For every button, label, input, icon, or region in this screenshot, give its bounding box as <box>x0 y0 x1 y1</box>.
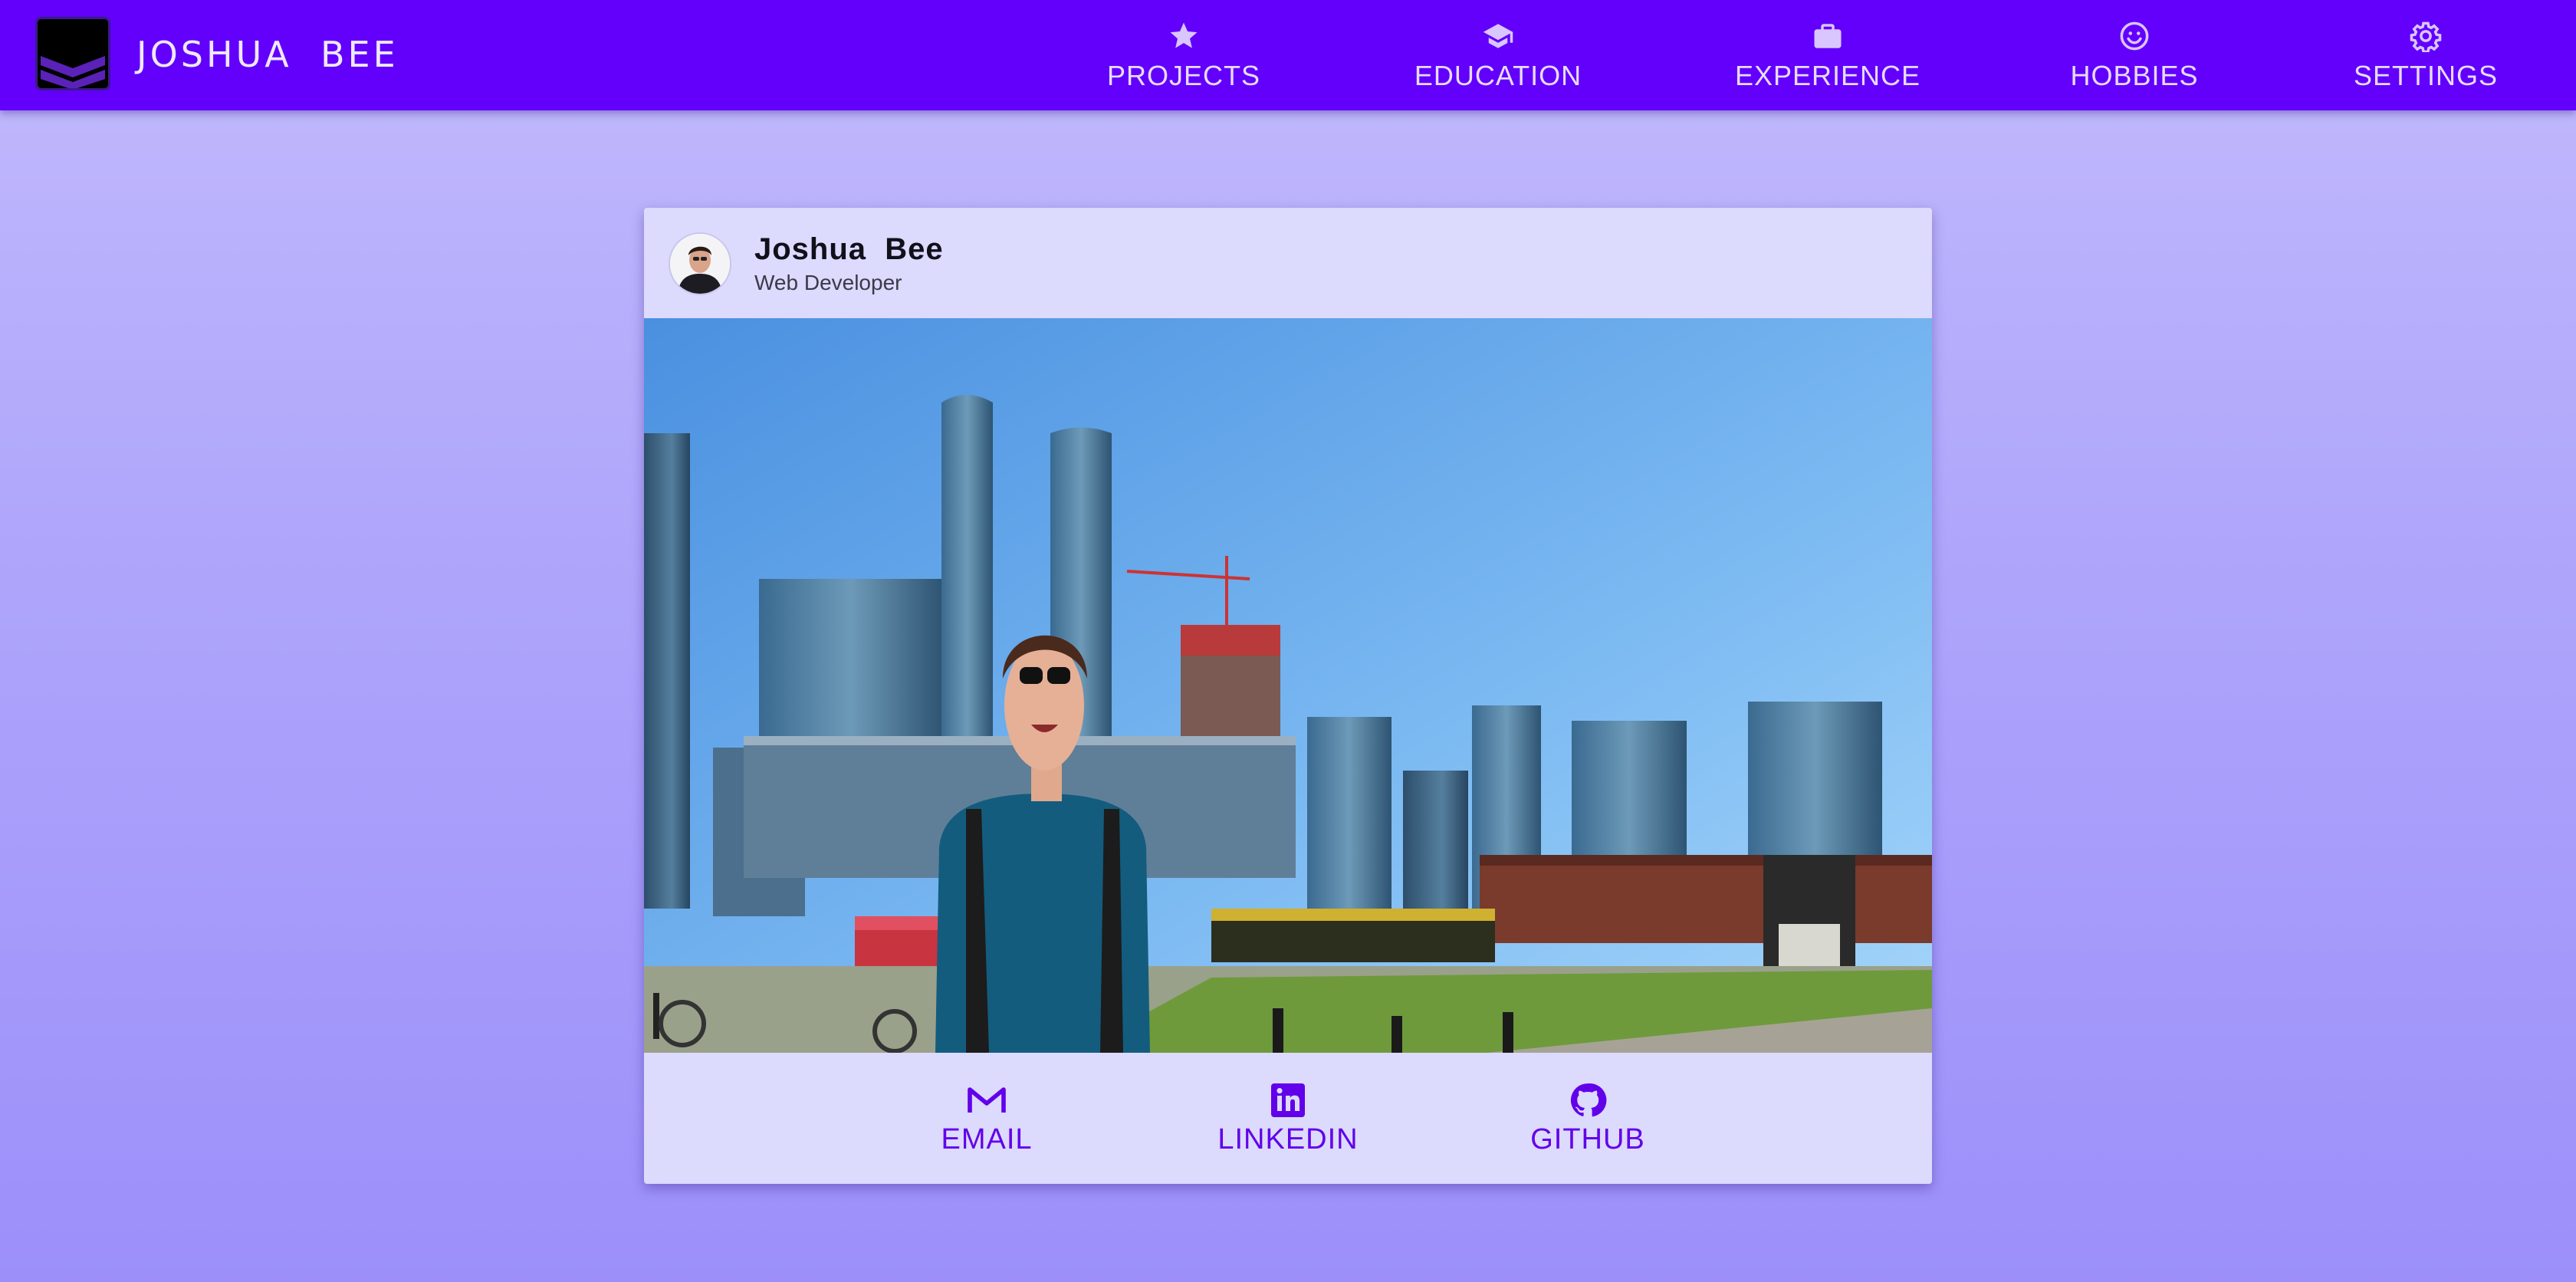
email-button[interactable]: EMAIL <box>918 1080 1056 1156</box>
star-icon <box>1168 18 1200 54</box>
nav-settings[interactable]: SETTINGS <box>2349 0 2502 110</box>
nav-label: PROJECTS <box>1106 60 1261 91</box>
smiley-icon <box>2118 18 2150 54</box>
linkedin-icon <box>1270 1080 1306 1120</box>
nav-label: EXPERIENCE <box>1734 60 1921 91</box>
profile-card: Joshua Bee Web Developer EMAIL LINKEDIN … <box>644 208 1932 1184</box>
graduation-cap-icon <box>1480 18 1516 54</box>
card-header: Joshua Bee Web Developer <box>644 208 1932 318</box>
nav-education[interactable]: EDUCATION <box>1414 0 1582 110</box>
gmail-icon <box>967 1080 1007 1120</box>
avatar <box>669 232 731 295</box>
nav-experience[interactable]: EXPERIENCE <box>1734 0 1921 110</box>
github-label: GITHUB <box>1530 1123 1645 1155</box>
card-actions: EMAIL LINKEDIN GITHUB <box>644 1053 1932 1184</box>
linkedin-label: LINKEDIN <box>1217 1123 1359 1155</box>
briefcase-icon <box>1811 18 1845 54</box>
logo[interactable] <box>35 17 110 90</box>
app-title[interactable]: JOSHUA BEE <box>136 34 399 75</box>
gear-icon <box>2410 18 2442 54</box>
github-button[interactable]: GITHUB <box>1519 1080 1657 1156</box>
app-bar: JOSHUA BEE PROJECTS EDUCATION EXPERIENCE… <box>0 0 2576 110</box>
city-skyline-photo <box>644 318 1932 1053</box>
email-label: EMAIL <box>941 1123 1033 1155</box>
nav-projects[interactable]: PROJECTS <box>1107 0 1260 110</box>
nav-label: HOBBIES <box>2070 60 2199 91</box>
nav-hobbies[interactable]: HOBBIES <box>2058 0 2211 110</box>
nav-label: SETTINGS <box>2353 60 2499 91</box>
profile-title: Web Developer <box>754 271 902 294</box>
profile-name: Joshua Bee <box>754 232 944 266</box>
github-icon <box>1569 1080 1607 1120</box>
nav-label: EDUCATION <box>1414 60 1582 91</box>
linkedin-button[interactable]: LINKEDIN <box>1211 1080 1365 1156</box>
